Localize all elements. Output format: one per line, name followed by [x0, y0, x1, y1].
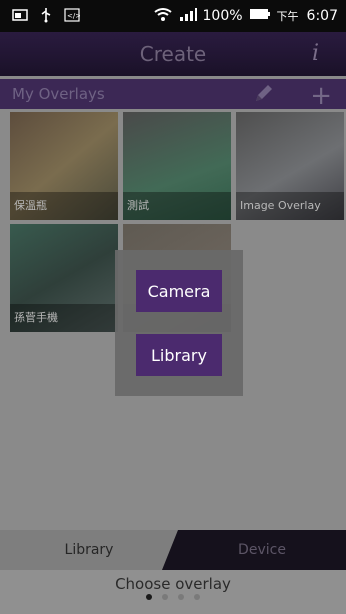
camera-button[interactable]: Camera [136, 270, 222, 312]
time-period: 下午 [276, 10, 299, 23]
overlay-label: 測試 [123, 192, 231, 220]
page-dot [162, 594, 168, 600]
battery-icon [249, 8, 271, 24]
tab-device[interactable]: Device [162, 530, 346, 570]
overlay-item[interactable]: 測試 [123, 112, 231, 220]
page-title: Create [139, 42, 207, 66]
overlay-label: Image Overlay [236, 192, 344, 220]
tab-library[interactable]: Library [0, 530, 178, 570]
status-bar: </> 100% 下午 6:07 [0, 0, 346, 32]
my-overlays-title: My Overlays [12, 85, 105, 103]
image-icon [12, 7, 28, 23]
signal-icon [179, 6, 197, 26]
pencil-icon[interactable] [252, 83, 274, 105]
library-button[interactable]: Library [136, 334, 222, 376]
svg-text:</>: </> [67, 12, 80, 20]
code-icon: </> [64, 7, 80, 23]
source-picker-modal: Camera Library [115, 250, 243, 396]
battery-text: 100% [202, 8, 243, 24]
overlay-item[interactable]: 保溫瓶 [10, 112, 118, 220]
clock: 6:07 [306, 8, 338, 24]
choose-overlay-text: Choose overlay [0, 570, 346, 614]
my-overlays-header: My Overlays + [0, 79, 346, 111]
overlay-label: 保溫瓶 [10, 192, 118, 220]
page-dot [146, 594, 152, 600]
add-icon[interactable]: + [310, 81, 332, 111]
title-bar: Create i [0, 32, 346, 76]
usb-icon [38, 7, 54, 23]
page-dot [178, 594, 184, 600]
page-dot [194, 594, 200, 600]
wifi-icon [153, 6, 173, 26]
overlay-label: 孫菅手機 [10, 304, 118, 332]
bottom-bar: Library Device Choose overlay [0, 530, 346, 614]
overlay-item[interactable]: Image Overlay [236, 112, 344, 220]
info-icon[interactable]: i [312, 41, 332, 66]
page-indicator [0, 594, 346, 600]
overlay-item[interactable]: 孫菅手機 [10, 224, 118, 332]
